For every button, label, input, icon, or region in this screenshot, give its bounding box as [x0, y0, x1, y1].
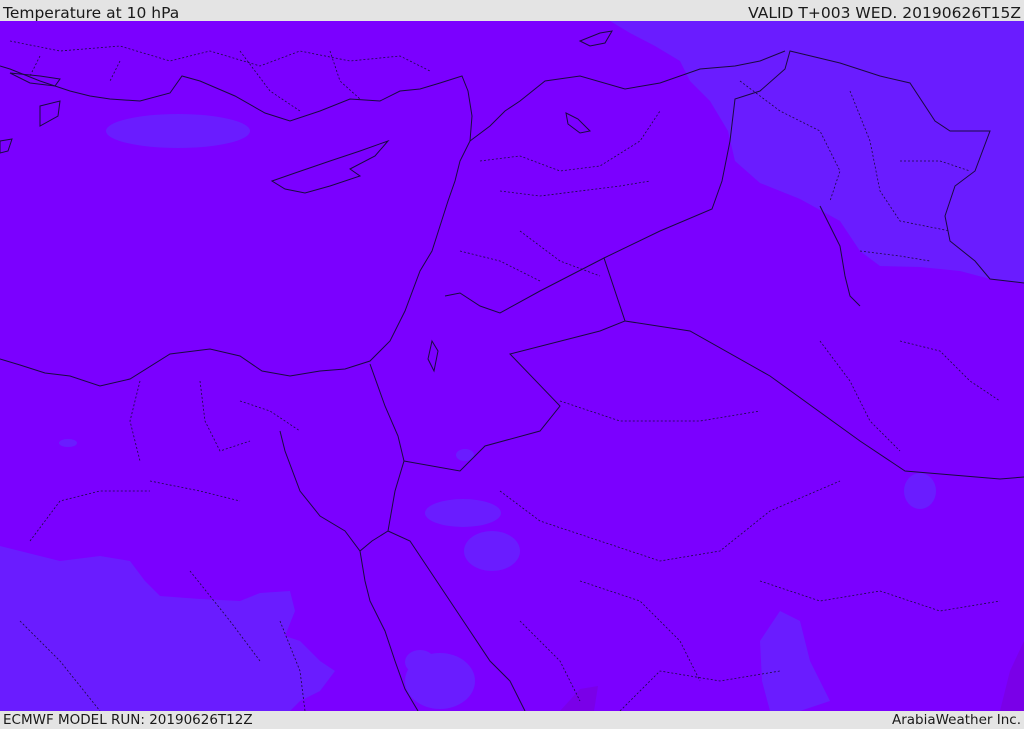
header-bar: Temperature at 10 hPa VALID T+003 WED. 2…: [0, 0, 1024, 22]
cool-zone-aegean: [106, 114, 250, 148]
model-run: ECMWF MODEL RUN: 20190626T12Z: [3, 712, 253, 728]
cool-zone-libya: [59, 439, 77, 447]
cool-zone-najd: [904, 473, 936, 509]
cool-zone-red-sea: [464, 531, 520, 571]
footer-bar: ECMWF MODEL RUN: 20190626T12Z ArabiaWeat…: [0, 711, 1024, 729]
temperature-map: [0, 21, 1024, 711]
valid-time: VALID T+003 WED. 20190626T15Z: [748, 4, 1021, 22]
credit: ArabiaWeather Inc.: [891, 712, 1021, 728]
cool-zone-hejaz: [425, 499, 501, 527]
cool-zone-sudan: [405, 650, 435, 674]
map-title: Temperature at 10 hPa: [3, 4, 180, 22]
